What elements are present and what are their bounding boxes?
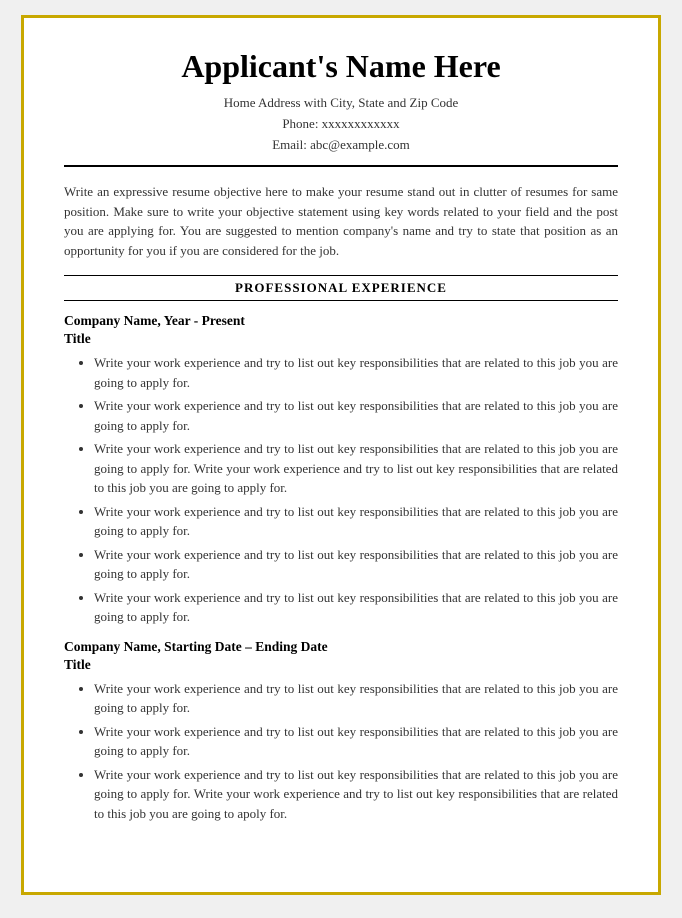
list-item: Write your work experience and try to li… xyxy=(94,396,618,435)
contact-info: Home Address with City, State and Zip Co… xyxy=(64,93,618,155)
company-name-2: Company Name, Starting Date – Ending Dat… xyxy=(64,639,618,655)
list-item: Write your work experience and try to li… xyxy=(94,545,618,584)
professional-experience-header: PROFESSIONAL EXPERIENCE xyxy=(64,275,618,301)
applicant-name: Applicant's Name Here xyxy=(64,48,618,85)
list-item: Write your work experience and try to li… xyxy=(94,502,618,541)
header-section: Applicant's Name Here Home Address with … xyxy=(64,48,618,155)
experience-section: Company Name, Year - Present Title Write… xyxy=(64,313,618,823)
responsibilities-list-1: Write your work experience and try to li… xyxy=(84,353,618,627)
list-item: Write your work experience and try to li… xyxy=(94,439,618,498)
list-item: Write your work experience and try to li… xyxy=(94,765,618,824)
list-item: Write your work experience and try to li… xyxy=(94,722,618,761)
objective-section: Write an expressive resume objective her… xyxy=(64,182,618,260)
responsibilities-list-2: Write your work experience and try to li… xyxy=(84,679,618,824)
company-entry-1: Company Name, Year - Present Title Write… xyxy=(64,313,618,627)
list-item: Write your work experience and try to li… xyxy=(94,353,618,392)
header-divider xyxy=(64,165,618,167)
resume-document: Applicant's Name Here Home Address with … xyxy=(21,15,661,895)
phone-line: Phone: xxxxxxxxxxxx xyxy=(64,114,618,135)
company-name-1: Company Name, Year - Present xyxy=(64,313,618,329)
list-item: Write your work experience and try to li… xyxy=(94,679,618,718)
company-entry-2: Company Name, Starting Date – Ending Dat… xyxy=(64,639,618,824)
job-title-2: Title xyxy=(64,657,618,673)
email-line: Email: abc@example.com xyxy=(64,135,618,156)
list-item: Write your work experience and try to li… xyxy=(94,588,618,627)
objective-text: Write an expressive resume objective her… xyxy=(64,182,618,260)
job-title-1: Title xyxy=(64,331,618,347)
address-line: Home Address with City, State and Zip Co… xyxy=(64,93,618,114)
